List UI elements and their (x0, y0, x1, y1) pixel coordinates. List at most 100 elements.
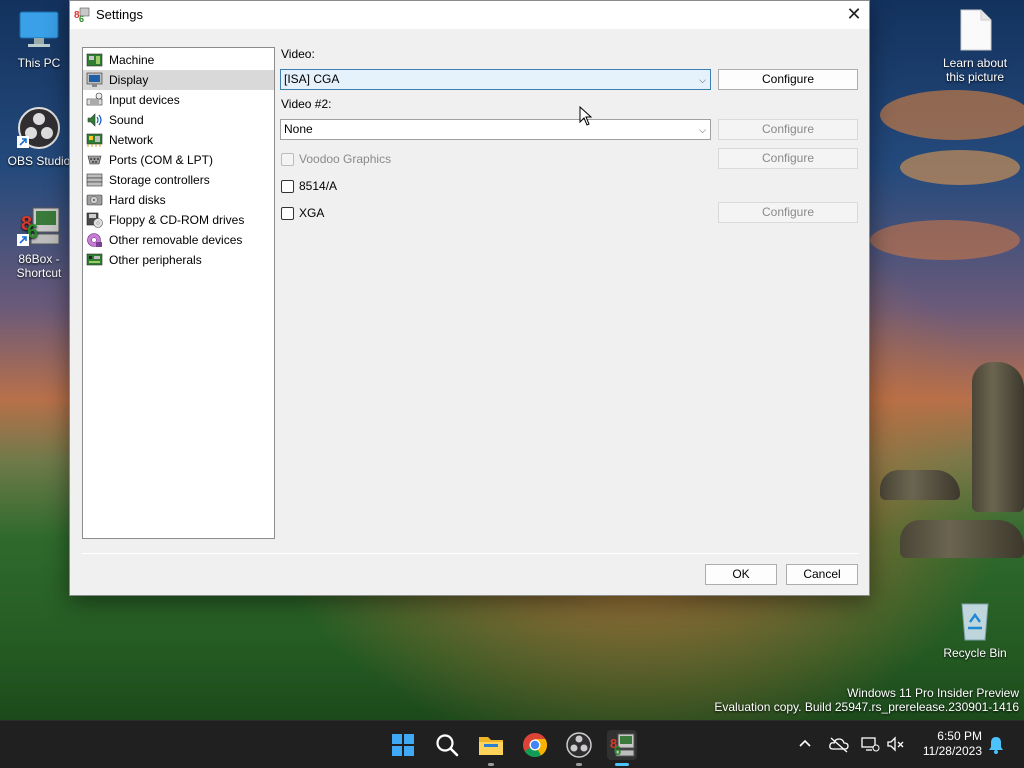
chrome-button[interactable] (520, 730, 550, 760)
desktop-icon-obs-studio[interactable]: OBS Studio (4, 106, 74, 168)
desktop-icon-label: OBS Studio (7, 154, 71, 168)
svg-text:6: 6 (79, 14, 84, 23)
chrome-icon (523, 733, 548, 758)
obs-icon (17, 106, 61, 150)
close-icon: ✕ (846, 4, 862, 24)
volume-button[interactable] (886, 735, 906, 756)
sidebar-item-display[interactable]: Display (83, 70, 274, 90)
sidebar-item-machine[interactable]: Machine (83, 50, 274, 70)
removable-devices-icon (87, 233, 102, 247)
sidebar-item-ports[interactable]: Ports (COM & LPT) (83, 150, 274, 170)
sidebar-item-input-devices[interactable]: Input devices (83, 90, 274, 110)
chevron-down-icon: ⌵ (699, 75, 706, 85)
document-icon (953, 8, 997, 52)
clock-time: 6:50 PM (937, 729, 982, 743)
windows-watermark: Windows 11 Pro Insider Preview Evaluatio… (714, 686, 1019, 714)
obs-taskbar-button[interactable] (564, 730, 594, 766)
monitor-icon (17, 8, 61, 52)
network-status-button[interactable] (860, 735, 880, 756)
cancel-button[interactable]: Cancel (786, 564, 858, 585)
floppy-cdrom-icon (86, 212, 103, 228)
storage-controllers-icon (86, 173, 103, 187)
notifications-button[interactable] (986, 735, 1006, 758)
window-title: Settings (96, 7, 143, 22)
onedrive-button[interactable] (828, 735, 850, 756)
hard-disk-icon (86, 194, 103, 206)
desktop-icon-label: Recycle Bin (943, 646, 1007, 660)
fallen-stone (880, 470, 960, 500)
voodoo-configure-button[interactable]: Configure (718, 148, 858, 169)
sidebar-item-label: Sound (109, 113, 144, 127)
sidebar-item-sound[interactable]: Sound (83, 110, 274, 130)
chevron-down-icon: ⌵ (699, 125, 706, 135)
sidebar-item-floppy-cdrom[interactable]: Floppy & CD-ROM drives (83, 210, 274, 230)
search-button[interactable] (432, 730, 462, 760)
xga-label: XGA (299, 206, 325, 220)
video-select-value: [ISA] CGA (284, 72, 340, 86)
sidebar-item-other-removable-devices[interactable]: Other removable devices (83, 230, 274, 250)
obs-icon (566, 732, 592, 758)
ibm8514-checkbox[interactable]: 8514/A (281, 179, 337, 193)
start-button[interactable] (388, 730, 418, 760)
86box-taskbar-button[interactable]: 86 (607, 730, 637, 766)
desktop-icon-recycle-bin[interactable]: Recycle Bin (940, 598, 1010, 660)
display-icon (86, 72, 103, 87)
voodoo-label: Voodoo Graphics (299, 152, 392, 166)
sidebar-item-label: Storage controllers (109, 173, 210, 187)
86box-icon: 86 (610, 733, 635, 758)
svg-text:6: 6 (614, 743, 621, 758)
video2-select[interactable]: None ⌵ (280, 119, 711, 140)
windows-logo-icon (392, 734, 414, 756)
86box-icon: 86 (17, 204, 61, 248)
sidebar-item-label: Hard disks (109, 193, 166, 207)
video-label: Video: (281, 47, 315, 61)
sidebar-item-storage-controllers[interactable]: Storage controllers (83, 170, 274, 190)
voodoo-checkbox[interactable]: Voodoo Graphics (281, 152, 391, 166)
clock[interactable]: 6:50 PM 11/28/2023 (914, 729, 982, 759)
desktop-icon-label: 86Box - Shortcut (16, 252, 62, 280)
sidebar-item-label: Network (109, 133, 154, 147)
desktop-icon-learn-about-picture[interactable]: Learn about this picture (940, 8, 1010, 84)
folder-icon (479, 737, 503, 755)
video2-configure-button[interactable]: Configure (718, 119, 858, 140)
cloud-off-icon (829, 737, 849, 753)
86box-app-icon: 86 (74, 7, 90, 23)
sound-icon (87, 113, 102, 127)
video-select[interactable]: [ISA] CGA ⌵ (280, 69, 711, 90)
sidebar-item-other-peripherals[interactable]: Other peripherals (83, 250, 274, 270)
sidebar-item-label: Ports (COM & LPT) (109, 153, 214, 167)
input-devices-icon (86, 92, 103, 106)
sidebar-item-label: Machine (109, 53, 155, 67)
standing-stone (972, 362, 1024, 512)
video-configure-button[interactable]: Configure (718, 69, 858, 90)
sidebar-item-network[interactable]: Network (83, 130, 274, 150)
ok-button[interactable]: OK (705, 564, 777, 585)
checkbox-box (281, 206, 294, 220)
search-icon (436, 734, 459, 757)
volume-muted-icon (887, 736, 904, 752)
watermark-line: Evaluation copy. Build 25947.rs_prerelea… (714, 700, 1019, 714)
title-bar[interactable]: 86 Settings ✕ (70, 1, 869, 29)
ports-icon (87, 155, 102, 165)
footer-separator (82, 553, 859, 554)
desktop-icon-86box-shortcut[interactable]: 86 86Box - Shortcut (4, 204, 74, 280)
settings-category-list[interactable]: Machine Display Input devices Sound Netw… (82, 47, 275, 539)
monitor-network-icon (861, 737, 880, 752)
show-hidden-icons-button[interactable] (796, 735, 814, 756)
sidebar-item-label: Other peripherals (109, 253, 202, 267)
desktop-icon-this-pc[interactable]: This PC (4, 8, 74, 70)
desktop-icon-label: This PC (17, 56, 61, 70)
machine-icon (86, 53, 103, 67)
sidebar-item-hard-disks[interactable]: Hard disks (83, 190, 274, 210)
sidebar-item-label: Floppy & CD-ROM drives (109, 213, 245, 227)
sidebar-item-label: Other removable devices (109, 233, 243, 247)
network-icon (86, 133, 103, 147)
file-explorer-button[interactable] (476, 730, 506, 766)
xga-checkbox[interactable]: XGA (281, 206, 324, 220)
bell-icon (989, 737, 1003, 754)
desktop-icon-label: Learn about this picture (942, 56, 1008, 84)
recycle-bin-icon (953, 598, 997, 642)
xga-configure-button[interactable]: Configure (718, 202, 858, 223)
close-button[interactable]: ✕ (839, 1, 869, 29)
video2-label: Video #2: (281, 97, 332, 111)
